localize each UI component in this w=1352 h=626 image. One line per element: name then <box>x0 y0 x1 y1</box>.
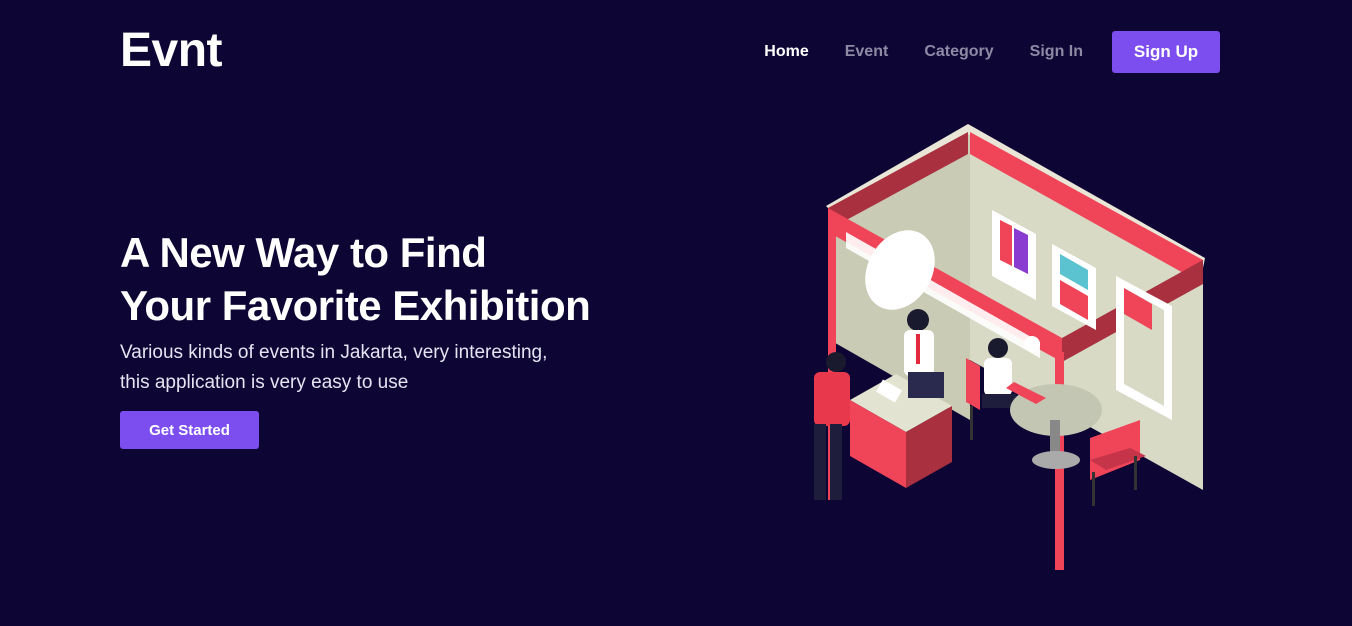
main-nav: Home Event Category Sign In Sign Up <box>728 31 1220 73</box>
hero-subtitle-line-1: Various kinds of events in Jakarta, very… <box>120 342 548 363</box>
hero-title-line-2: Your Favorite Exhibition <box>120 282 591 329</box>
sign-up-button[interactable]: Sign Up <box>1112 31 1220 73</box>
exhibition-booth-illustration <box>800 120 1220 585</box>
brand-logo[interactable]: Evnt <box>120 22 223 80</box>
nav-event[interactable]: Event <box>845 43 889 61</box>
nav-sign-in[interactable]: Sign In <box>1030 43 1083 61</box>
get-started-button[interactable]: Get Started <box>120 411 259 449</box>
nav-category[interactable]: Category <box>924 43 993 61</box>
hero-subtitle-line-2: this application is very easy to use <box>120 372 409 393</box>
nav-home[interactable]: Home <box>764 43 808 61</box>
hero-title-line-1: A New Way to Find <box>120 229 487 276</box>
hero-subtitle: Various kinds of events in Jakarta, very… <box>120 338 640 398</box>
hero-title: A New Way to Find Your Favorite Exhibiti… <box>120 226 680 332</box>
